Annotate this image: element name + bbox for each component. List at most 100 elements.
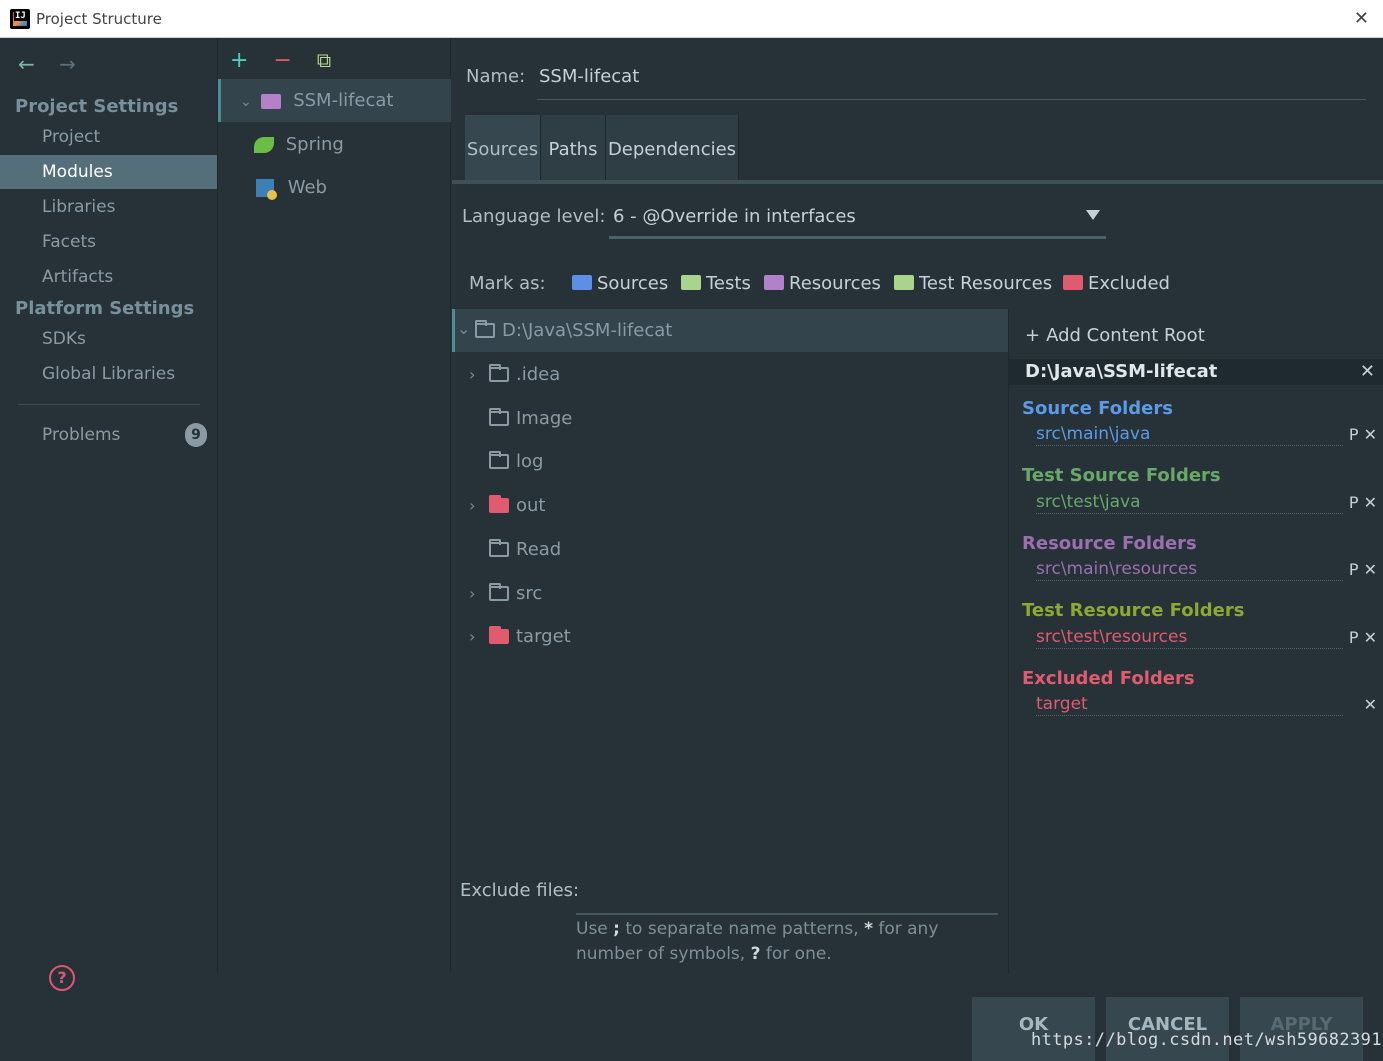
tree-row[interactable]: › .idea — [452, 353, 1008, 396]
module-name-field[interactable]: SSM-lifecat — [537, 64, 1366, 100]
chevron-right-icon[interactable]: › — [469, 484, 475, 527]
tree-row-label: .idea — [516, 364, 561, 385]
remove-folder-icon[interactable]: ✕ — [1364, 560, 1377, 579]
source-folder-actions: P ✕ — [1349, 425, 1377, 444]
mark-tests-button[interactable]: Tests — [681, 273, 751, 294]
help-icon[interactable]: ? — [49, 965, 75, 991]
forward-arrow-icon[interactable]: → — [59, 52, 76, 76]
excluded-folder-actions: ✕ — [1364, 695, 1377, 714]
remove-folder-icon[interactable]: ✕ — [1364, 493, 1377, 512]
tree-row[interactable]: › out — [452, 484, 1008, 527]
excluded-folder-icon — [1063, 275, 1083, 290]
exclude-files-input[interactable] — [576, 913, 998, 915]
add-content-root-button[interactable]: + Add Content Root — [1025, 325, 1205, 346]
properties-icon[interactable]: P — [1349, 493, 1359, 512]
modules-tree-panel: + − ⧉ ⌄ SSM-lifecat Spring Web — [217, 38, 451, 973]
test-source-folders-heading: Test Source Folders — [1022, 465, 1221, 486]
properties-icon[interactable]: P — [1349, 560, 1359, 579]
sidebar-divider — [18, 404, 200, 405]
remove-module-icon[interactable]: − — [273, 48, 291, 73]
folder-icon — [489, 408, 509, 426]
folder-icon — [489, 451, 509, 469]
mark-as-label: Mark as: — [469, 273, 546, 294]
module-item-ssm-lifecat[interactable]: ⌄ SSM-lifecat — [218, 79, 451, 122]
sidebar-item-modules[interactable]: Modules — [0, 155, 217, 189]
sources-folder-icon — [572, 275, 592, 290]
exclude-files-hint: Use ; to separate name patterns, * for a… — [576, 919, 939, 964]
sidebar-item-sdks[interactable]: SDKs — [0, 322, 217, 356]
sidebar-item-project[interactable]: Project — [0, 120, 217, 154]
mark-sources-label: Sources — [597, 273, 669, 294]
dropdown-arrow-icon[interactable] — [1086, 210, 1100, 220]
module-item-spring[interactable]: Spring — [218, 123, 451, 166]
excluded-folder-path[interactable]: target — [1036, 694, 1343, 716]
chevron-right-icon[interactable]: › — [469, 353, 475, 396]
tree-row[interactable]: › target — [452, 615, 1008, 658]
folder-icon — [475, 320, 495, 338]
folder-icon — [489, 539, 509, 557]
properties-icon[interactable]: P — [1349, 425, 1359, 444]
remove-content-root-icon[interactable]: ✕ — [1360, 359, 1375, 385]
chevron-right-icon[interactable]: › — [469, 615, 475, 658]
properties-icon[interactable]: P — [1349, 628, 1359, 647]
remove-folder-icon[interactable]: ✕ — [1364, 695, 1377, 714]
add-module-icon[interactable]: + — [230, 48, 248, 73]
tests-folder-icon — [681, 275, 701, 290]
module-settings: Name: SSM-lifecat Sources Paths Dependen… — [452, 38, 1383, 1061]
mark-resources-button[interactable]: Resources — [764, 273, 881, 294]
chevron-right-icon[interactable]: › — [469, 572, 475, 615]
resource-folder-actions: P ✕ — [1349, 560, 1377, 579]
close-window-button[interactable]: ✕ — [1354, 8, 1369, 29]
sidebar-item-libraries[interactable]: Libraries — [0, 190, 217, 224]
language-level-value: 6 - @Override in interfaces — [613, 206, 856, 227]
tab-sources[interactable]: Sources — [465, 115, 541, 181]
problems-label: Problems — [42, 425, 121, 445]
tree-row[interactable]: ⌄ D:\Java\SSM-lifecat — [452, 309, 1008, 352]
mark-excluded-button[interactable]: Excluded — [1063, 273, 1170, 294]
sidebar-item-problems[interactable]: Problems 9 — [0, 418, 217, 452]
mark-test-resources-button[interactable]: Test Resources — [894, 273, 1052, 294]
tree-row[interactable]: Read — [452, 528, 1008, 571]
ok-button[interactable]: OK — [972, 997, 1095, 1061]
test-resource-folder-actions: P ✕ — [1349, 628, 1377, 647]
excluded-folder-icon — [489, 495, 509, 513]
source-folder-path[interactable]: src\main\java — [1036, 424, 1343, 446]
resource-folder-path[interactable]: src\main\resources — [1036, 559, 1343, 581]
tree-row[interactable]: Image — [452, 397, 1008, 440]
chevron-down-icon[interactable]: ⌄ — [457, 307, 470, 350]
back-arrow-icon[interactable]: ← — [18, 52, 35, 76]
sidebar-item-artifacts[interactable]: Artifacts — [0, 260, 217, 294]
copy-module-icon[interactable]: ⧉ — [317, 48, 331, 72]
resource-folders-heading: Resource Folders — [1022, 533, 1197, 554]
facet-label: Web — [287, 177, 327, 198]
tree-row-label: src — [516, 583, 543, 604]
test-resource-folder-path[interactable]: src\test\resources — [1036, 627, 1343, 649]
module-item-web[interactable]: Web — [218, 166, 451, 209]
folder-icon — [489, 364, 509, 382]
test-source-folder-path[interactable]: src\test\java — [1036, 492, 1343, 514]
source-folders-heading: Source Folders — [1022, 398, 1173, 419]
tab-dependencies[interactable]: Dependencies — [606, 115, 739, 181]
add-content-root-label: Add Content Root — [1046, 325, 1205, 346]
test-resources-folder-icon — [894, 275, 914, 290]
language-level-select[interactable]: 6 - @Override in interfaces — [609, 203, 1106, 239]
sidebar-item-global-libraries[interactable]: Global Libraries — [0, 357, 217, 391]
sidebar-item-facets[interactable]: Facets — [0, 225, 217, 259]
resources-folder-icon — [764, 275, 784, 290]
tree-row[interactable]: › src — [452, 572, 1008, 615]
remove-folder-icon[interactable]: ✕ — [1364, 425, 1377, 444]
module-folder-icon — [261, 93, 282, 109]
chevron-down-icon[interactable]: ⌄ — [240, 94, 252, 110]
tab-underline — [452, 180, 1383, 184]
cancel-button[interactable]: CANCEL — [1106, 997, 1229, 1061]
name-label: Name: — [466, 66, 526, 87]
tree-row-label: out — [516, 495, 546, 516]
mark-sources-button[interactable]: Sources — [572, 273, 668, 294]
apply-button[interactable]: APPLY — [1240, 997, 1363, 1061]
watermark: https://blog.csdn.net/wsh596823919 — [1031, 1030, 1383, 1050]
remove-folder-icon[interactable]: ✕ — [1364, 628, 1377, 647]
tree-row[interactable]: log — [452, 440, 1008, 483]
settings-sidebar: ← → Project Settings Project Modules Lib… — [0, 38, 217, 1061]
tab-paths[interactable]: Paths — [541, 115, 606, 181]
test-source-folder-actions: P ✕ — [1349, 493, 1377, 512]
